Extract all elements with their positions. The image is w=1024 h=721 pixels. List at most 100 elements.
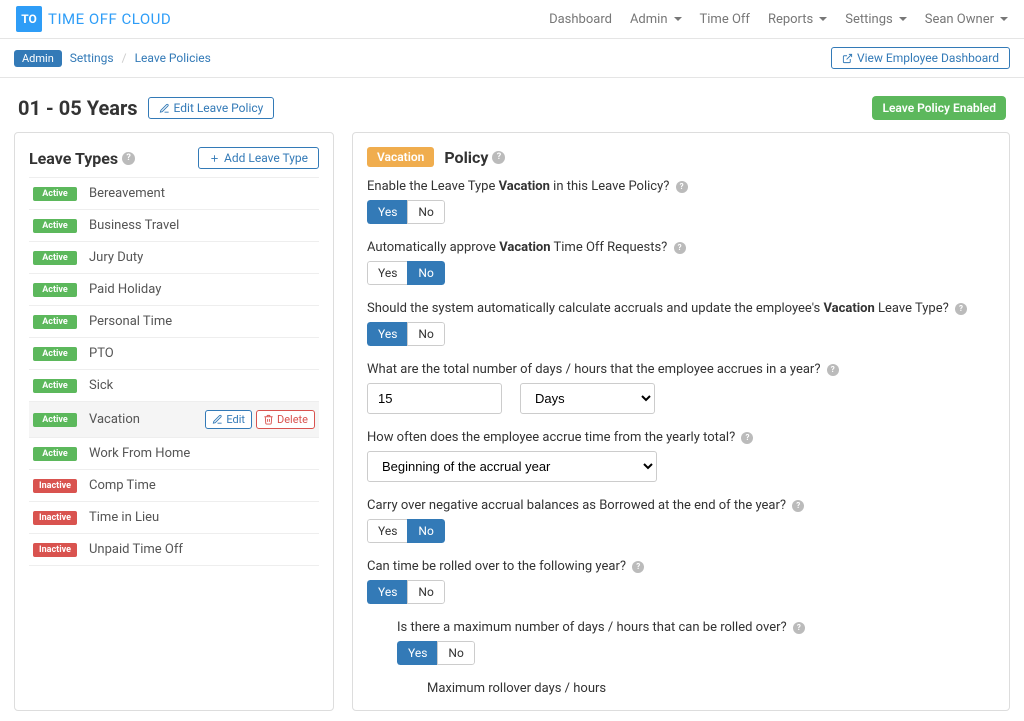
plus-icon [209, 153, 220, 164]
toggle-no[interactable]: No [407, 322, 444, 346]
toggle-no[interactable]: No [407, 519, 444, 543]
help-icon[interactable]: ? [674, 242, 686, 254]
leave-type-label: Jury Duty [89, 250, 143, 265]
question-text: Automatically approve Vacation Time Off … [367, 240, 995, 255]
breadcrumb-admin[interactable]: Admin [14, 50, 62, 67]
nav-user[interactable]: Sean Owner [925, 12, 1008, 27]
list-item[interactable]: ActivePersonal Time [29, 306, 319, 338]
title-row: 01 - 05 Years Edit Leave Policy Leave Po… [18, 96, 1006, 120]
total-accrual-input[interactable] [367, 383, 502, 414]
list-item[interactable]: ActiveJury Duty [29, 242, 319, 274]
policy-title-text: Policy [444, 148, 488, 167]
status-badge: Active [33, 315, 77, 329]
policy-leave-type-tag: Vacation [367, 147, 434, 167]
max-rollover-toggle[interactable]: Yes No [397, 641, 475, 665]
edit-leave-policy-label: Edit Leave Policy [174, 101, 264, 115]
toggle-yes[interactable]: Yes [367, 200, 407, 224]
logo-text: TIME OFF CLOUD [48, 10, 171, 28]
carry-negative-toggle[interactable]: Yes No [367, 519, 445, 543]
status-badge: Inactive [33, 543, 77, 557]
question-max-rollover-amount: Maximum rollover days / hours [427, 681, 995, 696]
list-item[interactable]: ActivePTO [29, 338, 319, 370]
question-text: What are the total number of days / hour… [367, 362, 995, 377]
list-item[interactable]: ActiveSick [29, 370, 319, 402]
policy-title: Policy ? [444, 148, 505, 167]
help-icon[interactable]: ? [632, 561, 644, 573]
toggle-no[interactable]: No [407, 261, 444, 285]
help-icon[interactable]: ? [793, 622, 805, 634]
nav-settings[interactable]: Settings [845, 12, 906, 27]
question-text: How often does the employee accrue time … [367, 430, 995, 445]
pencil-icon [159, 103, 170, 114]
help-icon[interactable]: ? [741, 432, 753, 444]
nav-admin[interactable]: Admin [630, 12, 682, 27]
nav-admin-label: Admin [630, 12, 668, 27]
nav-user-label: Sean Owner [925, 12, 994, 27]
status-badge: Active [33, 347, 77, 361]
list-item[interactable]: Active Business Travel [29, 210, 319, 242]
toggle-yes[interactable]: Yes [397, 641, 437, 665]
toggle-yes[interactable]: Yes [367, 322, 407, 346]
help-icon[interactable]: ? [955, 303, 967, 315]
question-text: Enable the Leave Type Vacation in this L… [367, 179, 995, 194]
help-icon[interactable]: ? [492, 151, 505, 164]
logo-mark: TO [16, 6, 42, 32]
question-rollover: Can time be rolled over to the following… [367, 559, 995, 604]
help-icon[interactable]: ? [122, 152, 135, 165]
list-item[interactable]: InactiveUnpaid Time Off [29, 534, 319, 566]
leave-type-label: Work From Home [89, 446, 190, 461]
breadcrumb: Admin Settings / Leave Policies [14, 50, 211, 67]
breadcrumb-bar: Admin Settings / Leave Policies View Emp… [0, 39, 1024, 78]
list-item[interactable]: ActivePaid Holiday [29, 274, 319, 306]
question-text: Should the system automatically calculat… [367, 301, 995, 316]
enable-leave-type-toggle[interactable]: Yes No [367, 200, 445, 224]
edit-leave-policy-button[interactable]: Edit Leave Policy [148, 97, 275, 119]
list-item[interactable]: ActiveWork From Home [29, 438, 319, 470]
auto-accruals-toggle[interactable]: Yes No [367, 322, 445, 346]
pencil-icon [212, 414, 223, 425]
question-text: Can time be rolled over to the following… [367, 559, 995, 574]
toggle-no[interactable]: No [407, 200, 444, 224]
status-badge: Active [33, 219, 77, 233]
nav-timeoff[interactable]: Time Off [700, 12, 750, 27]
status-badge: Active [33, 283, 77, 297]
list-item[interactable]: InactiveTime in Lieu [29, 502, 319, 534]
help-icon[interactable]: ? [676, 181, 688, 193]
question-text: Carry over negative accrual balances as … [367, 498, 995, 513]
breadcrumb-leave-policies[interactable]: Leave Policies [135, 51, 211, 65]
navbar: TO TIME OFF CLOUD Dashboard Admin Time O… [0, 0, 1024, 39]
breadcrumb-settings[interactable]: Settings [70, 51, 114, 65]
list-item-vacation[interactable]: Active Vacation Edit Delete [29, 402, 319, 438]
auto-approve-toggle[interactable]: Yes No [367, 261, 445, 285]
question-text: Maximum rollover days / hours [427, 681, 995, 696]
leave-policy-status: Leave Policy Enabled [872, 96, 1006, 120]
accrual-frequency-select[interactable]: Beginning of the accrual year [367, 451, 657, 482]
status-badge: Inactive [33, 511, 77, 525]
add-leave-type-button[interactable]: Add Leave Type [198, 147, 319, 169]
toggle-yes[interactable]: Yes [367, 261, 407, 285]
toggle-yes[interactable]: Yes [367, 580, 407, 604]
question-auto-accruals: Should the system automatically calculat… [367, 301, 995, 346]
list-item[interactable]: InactiveComp Time [29, 470, 319, 502]
nav-reports[interactable]: Reports [768, 12, 827, 27]
list-item[interactable]: ActiveBereavement [29, 178, 319, 210]
edit-leave-type-button[interactable]: Edit [205, 410, 252, 429]
toggle-yes[interactable]: Yes [367, 519, 407, 543]
view-employee-dashboard-button[interactable]: View Employee Dashboard [831, 47, 1010, 69]
question-total-accrual: What are the total number of days / hour… [367, 362, 995, 414]
toggle-no[interactable]: No [437, 641, 474, 665]
nav-dashboard[interactable]: Dashboard [549, 12, 612, 27]
brand-logo[interactable]: TO TIME OFF CLOUD [16, 6, 171, 32]
total-accrual-unit-select[interactable]: Days [520, 383, 655, 414]
delete-leave-type-button[interactable]: Delete [256, 410, 315, 429]
help-icon[interactable]: ? [792, 500, 804, 512]
question-accrual-frequency: How often does the employee accrue time … [367, 430, 995, 482]
status-badge: Active [33, 413, 77, 427]
view-employee-dashboard-label: View Employee Dashboard [857, 51, 999, 65]
nav-links: Dashboard Admin Time Off Reports Setting… [549, 12, 1008, 27]
help-icon[interactable]: ? [827, 364, 839, 376]
leave-type-label: Business Travel [89, 218, 179, 233]
toggle-no[interactable]: No [407, 580, 444, 604]
external-link-icon [842, 53, 853, 64]
rollover-toggle[interactable]: Yes No [367, 580, 445, 604]
